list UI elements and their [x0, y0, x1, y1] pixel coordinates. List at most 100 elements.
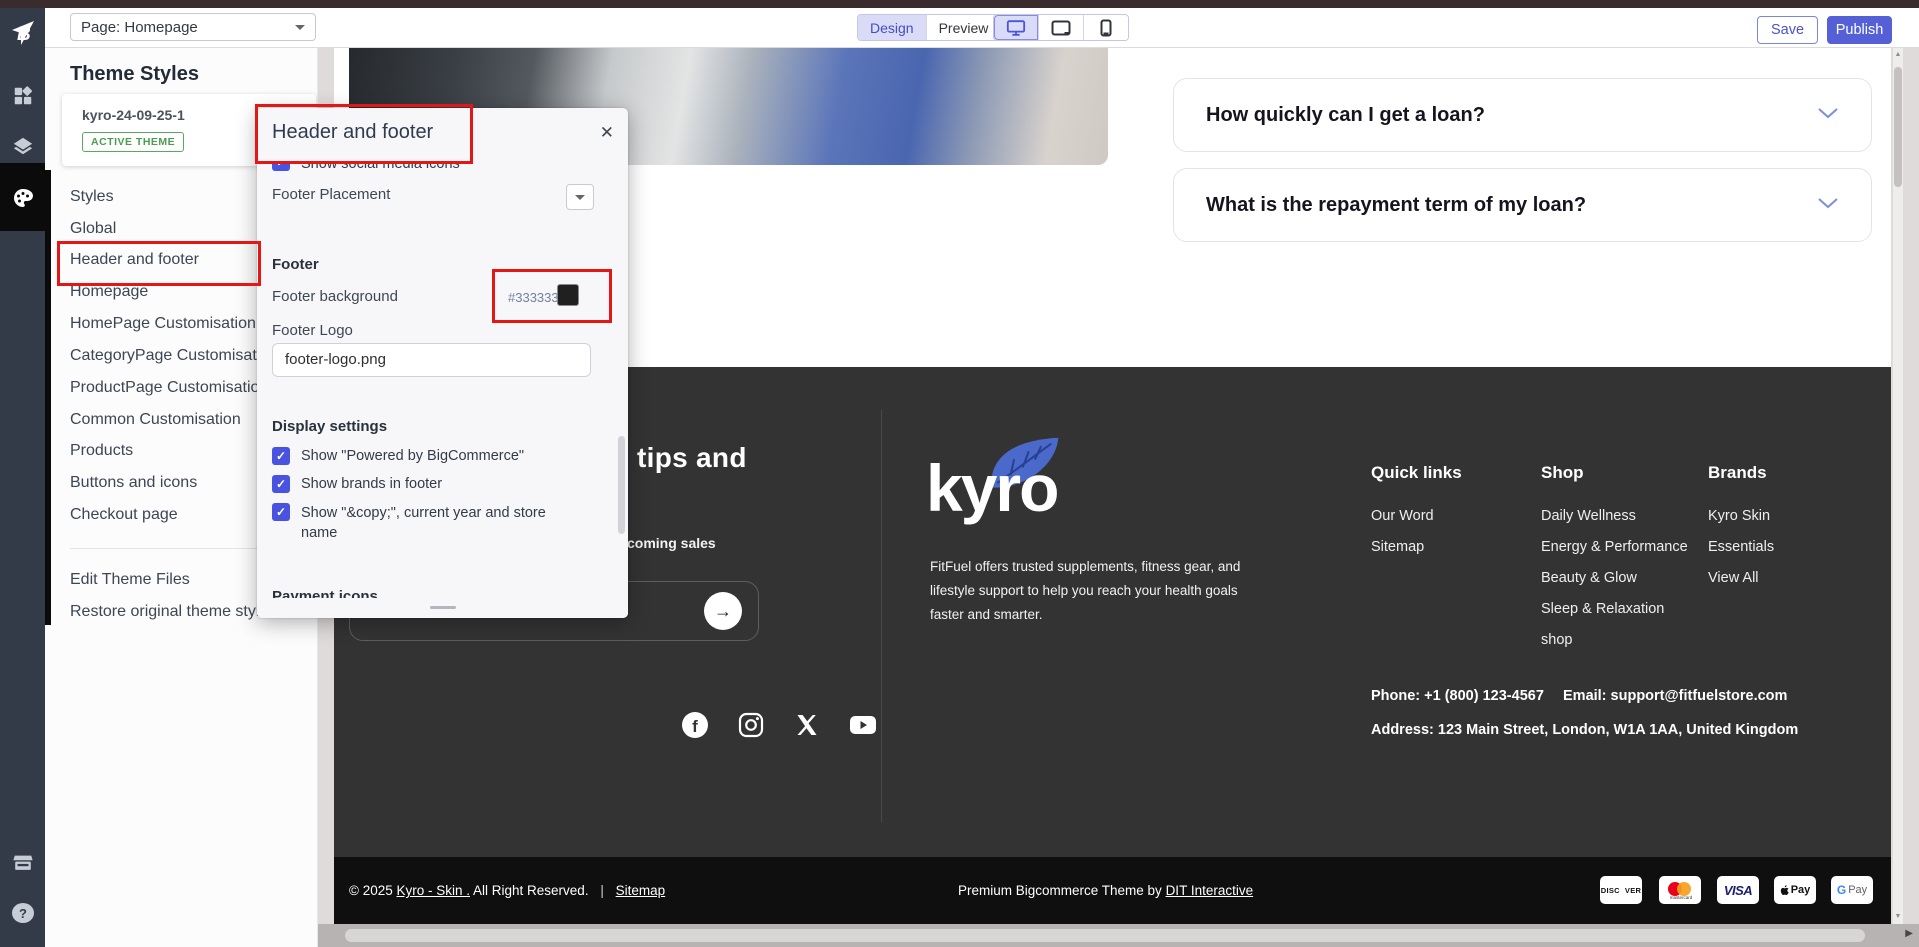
footer-link[interactable]: Essentials: [1708, 539, 1774, 555]
sidebar-item-edit-theme-files[interactable]: Edit Theme Files: [70, 571, 190, 589]
separator: |: [600, 883, 604, 898]
chevron-down-icon[interactable]: [1817, 196, 1839, 214]
footer-link[interactable]: Energy & Performance: [1541, 539, 1688, 555]
design-tab[interactable]: Design: [858, 15, 926, 40]
storefront-icon[interactable]: [0, 840, 45, 885]
footer-link[interactable]: shop: [1541, 632, 1572, 648]
copyright-line: © 2025 Kyro - Skin . All Right Reserved.…: [349, 883, 665, 898]
credit-prefix: Premium Bigcommerce Theme by: [958, 883, 1166, 898]
discover-payment-icon: DISC VER: [1600, 876, 1642, 904]
preview-vertical-scrollbar[interactable]: ▲ ▼: [1893, 47, 1903, 924]
sidebar-item-homepage[interactable]: Homepage: [70, 283, 148, 301]
footer-link[interactable]: Kyro Skin: [1708, 508, 1770, 524]
facebook-icon[interactable]: f: [680, 710, 710, 740]
bigcommerce-logo-icon[interactable]: B: [0, 10, 45, 55]
theme-palette-icon[interactable]: [0, 175, 45, 220]
horizontal-scrollbar-thumb[interactable]: [345, 929, 1865, 942]
sidebar-item-restore-theme-styles[interactable]: Restore original theme styles: [70, 603, 276, 621]
footer-link[interactable]: View All: [1708, 570, 1759, 586]
footer-logo-label: Footer Logo: [272, 322, 353, 339]
vertical-scrollbar-thumb[interactable]: [1894, 67, 1902, 187]
site-footer-bottom-bar: © 2025 Kyro - Skin . All Right Reserved.…: [334, 857, 1891, 924]
footer-column-title: Quick links: [1371, 463, 1462, 483]
discover-text-left: DISC: [1601, 886, 1620, 895]
faq-question: How quickly can I get a loan?: [1206, 104, 1485, 127]
faq-item-1[interactable]: How quickly can I get a loan?: [1173, 78, 1872, 152]
footer-placement-label: Footer Placement: [272, 186, 390, 203]
footer-section-heading: Footer: [272, 256, 319, 273]
footer-column-title: Shop: [1541, 463, 1584, 483]
visa-text: VISA: [1724, 883, 1752, 898]
footer-link[interactable]: Sleep & Relaxation: [1541, 601, 1664, 617]
footer-link[interactable]: Sitemap: [1371, 539, 1424, 555]
footer-link[interactable]: Daily Wellness: [1541, 508, 1636, 524]
footer-column-title: Brands: [1708, 463, 1767, 483]
left-nav-rail: B ?: [0, 8, 45, 947]
sidebar-item-homepage-customisation[interactable]: HomePage Customisation: [70, 315, 256, 333]
svg-text:B: B: [17, 24, 31, 45]
show-copyright-checkbox[interactable]: [272, 503, 290, 521]
sidebar-item-checkout-page[interactable]: Checkout page: [70, 506, 178, 524]
footer-background-swatch[interactable]: [557, 284, 579, 306]
visa-payment-icon: VISA: [1717, 876, 1759, 904]
panel-scrollbar-thumb[interactable]: [618, 436, 625, 534]
caret-down-icon: [575, 195, 585, 200]
desktop-view-button[interactable]: [994, 15, 1038, 40]
show-social-icons-checkbox[interactable]: [272, 162, 290, 171]
footer-link[interactable]: Beauty & Glow: [1541, 570, 1637, 586]
help-icon[interactable]: ?: [0, 890, 45, 935]
panel-title: Header and footer: [272, 121, 433, 144]
page-select[interactable]: Page: Homepage: [70, 13, 316, 41]
footer-address: Address: 123 Main Street, London, W1A 1A…: [1371, 722, 1798, 738]
sidebar-scrollbar[interactable]: [45, 170, 51, 625]
sidebar-item-buttons-and-icons[interactable]: Buttons and icons: [70, 474, 197, 492]
sidebar-item-productpage-customisation[interactable]: ProductPage Customisation: [70, 379, 268, 397]
footer-background-hex[interactable]: #333333: [508, 290, 559, 305]
youtube-icon[interactable]: [848, 710, 878, 740]
scroll-up-arrow-icon[interactable]: ▲: [1893, 51, 1903, 58]
svg-text:f: f: [692, 717, 698, 736]
show-powered-by-label: Show "Powered by BigCommerce": [301, 448, 524, 464]
x-twitter-icon[interactable]: [792, 710, 822, 740]
tablet-view-button[interactable]: [1039, 15, 1083, 40]
show-powered-by-checkbox[interactable]: [272, 447, 290, 465]
chevron-down-icon[interactable]: [1817, 106, 1839, 124]
newsletter-subtext-fragment: coming sales: [627, 535, 716, 551]
instagram-icon[interactable]: [736, 710, 766, 740]
sidebar-item-global[interactable]: Global: [70, 220, 116, 238]
footer-logo-input[interactable]: footer-logo.png: [272, 343, 591, 377]
footer-link[interactable]: Our Word: [1371, 508, 1434, 524]
close-icon[interactable]: ✕: [600, 123, 614, 143]
show-brands-checkbox[interactable]: [272, 475, 290, 493]
faq-item-2[interactable]: What is the repayment term of my loan?: [1173, 168, 1872, 242]
preview-horizontal-scrollbar[interactable]: ▶: [317, 924, 1919, 947]
sidebar-item-header-and-footer[interactable]: Header and footer: [70, 251, 199, 269]
gpay-pay-text: Pay: [1848, 884, 1867, 896]
panel-body: Show social media icons Footer Placement…: [257, 162, 619, 598]
newsletter-headline-fragment: tips and: [637, 442, 747, 474]
sitemap-link[interactable]: Sitemap: [616, 883, 666, 898]
credit-link[interactable]: DIT Interactive: [1166, 883, 1254, 898]
newsletter-submit-button[interactable]: →: [704, 592, 742, 630]
layers-icon[interactable]: [0, 123, 45, 168]
copyright-store-link[interactable]: Kyro - Skin .: [396, 883, 470, 898]
widgets-icon[interactable]: [0, 73, 45, 118]
footer-placement-dropdown[interactable]: [566, 184, 594, 210]
drag-handle[interactable]: [430, 606, 456, 609]
panel-header: Header and footer ✕: [257, 108, 628, 162]
sidebar-title: Theme Styles: [70, 63, 199, 86]
publish-button[interactable]: Publish: [1827, 16, 1892, 44]
sidebar-item-common-customisation[interactable]: Common Customisation: [70, 411, 241, 429]
sidebar-item-categorypage-customisation[interactable]: CategoryPage Customisation: [70, 347, 278, 365]
sidebar-item-products[interactable]: Products: [70, 442, 133, 460]
sidebar-item-styles[interactable]: Styles: [70, 188, 114, 206]
scroll-right-arrow-icon[interactable]: ▶: [1905, 928, 1913, 939]
applepay-payment-icon: Pay: [1774, 876, 1816, 904]
show-social-icons-label: Show social media icons: [301, 162, 460, 172]
footer-about-text: FitFuel offers trusted supplements, fitn…: [930, 555, 1260, 627]
save-button[interactable]: Save: [1757, 16, 1818, 44]
preview-tab[interactable]: Preview: [927, 15, 1001, 40]
scroll-down-arrow-icon[interactable]: ▼: [1893, 913, 1903, 920]
svg-text:?: ?: [19, 906, 27, 921]
mobile-view-button[interactable]: [1084, 15, 1128, 40]
